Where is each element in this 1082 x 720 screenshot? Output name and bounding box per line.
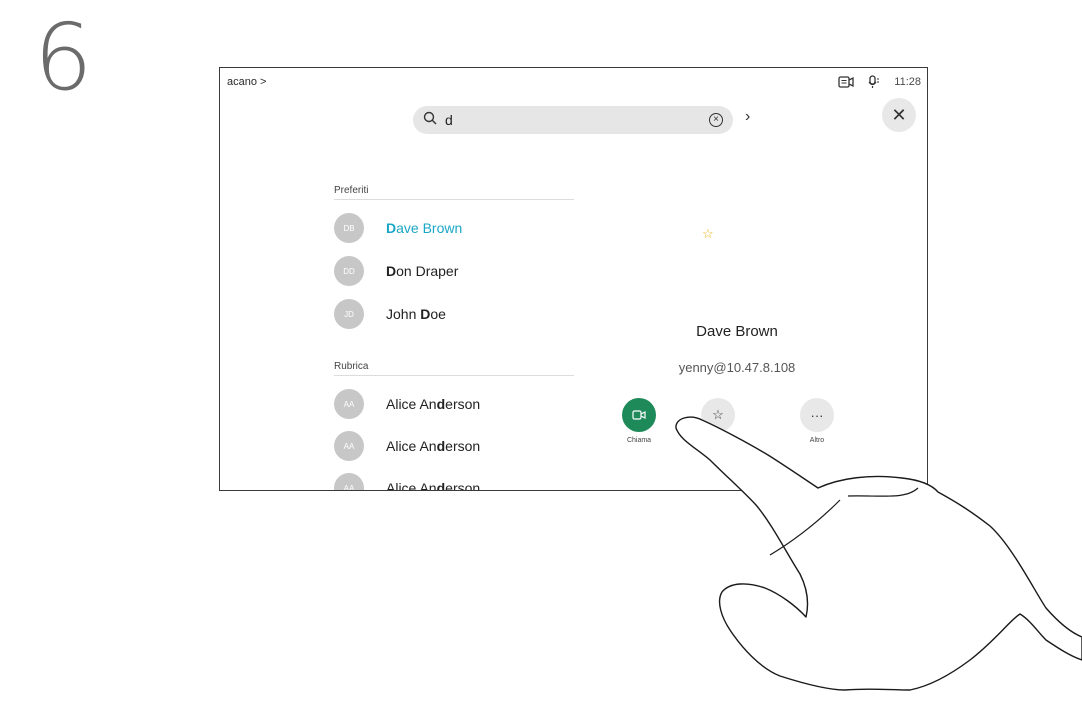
breadcrumb[interactable]: acano > <box>227 76 266 88</box>
clock: 11:28 <box>894 76 921 88</box>
search-icon <box>423 111 437 130</box>
call-label: Chiama <box>626 437 652 444</box>
contact-name: Don Draper <box>386 263 459 279</box>
avatar: DD <box>334 256 364 286</box>
list-item[interactable]: DD Don Draper <box>334 256 458 286</box>
contact-detail-address: yenny@10.47.8.108 <box>678 360 796 375</box>
avatar: DB <box>334 213 364 243</box>
camera-icon[interactable] <box>838 76 854 88</box>
contact-name: Alice Anderson <box>386 438 481 454</box>
clear-icon[interactable]: × <box>709 113 723 127</box>
video-call-icon[interactable] <box>622 398 656 432</box>
section-directory-header: Rubrica <box>334 361 574 376</box>
contact-name: John Doe <box>386 306 446 322</box>
close-icon[interactable]: ✕ <box>882 98 916 132</box>
search-field[interactable]: d × <box>413 106 733 134</box>
contact-name: Dave Brown <box>386 220 463 236</box>
avatar: AA <box>334 389 364 419</box>
mic-icon[interactable] <box>868 75 880 89</box>
call-button[interactable]: Chiama <box>609 398 669 444</box>
favorite-button[interactable]: ☆ <box>688 398 748 432</box>
avatar: AA <box>334 473 364 490</box>
list-item[interactable]: AA Alice Anderson <box>334 431 480 461</box>
avatar: JD <box>334 299 364 329</box>
more-label: Altro <box>809 437 825 444</box>
list-item[interactable]: DB Dave Brown <box>334 213 462 243</box>
status-bar: 11:28 <box>838 75 921 89</box>
more-icon[interactable]: ··· <box>800 398 834 432</box>
step-number: 6 <box>34 4 93 111</box>
contact-detail-name: Dave Brown <box>696 323 778 340</box>
contact-name: Alice Anderson <box>386 480 481 491</box>
list-item[interactable]: AA Alice Anderson <box>334 473 481 491</box>
more-button[interactable]: ··· Altro <box>787 398 847 444</box>
touch-panel: acano > 11:28 d × › ✕ Preferiti DB Dave … <box>219 67 928 491</box>
contact-name: Alice Anderson <box>386 396 481 412</box>
list-item[interactable]: AA Alice Anderson <box>334 389 480 419</box>
search-input[interactable]: d <box>445 112 709 128</box>
list-item[interactable]: JD John Doe <box>334 299 446 329</box>
chevron-right-icon[interactable]: › <box>745 108 750 126</box>
avatar: AA <box>334 431 364 461</box>
favorite-star-icon: ☆ <box>702 226 714 241</box>
star-icon[interactable]: ☆ <box>701 398 735 432</box>
section-favorites-header: Preferiti <box>334 185 574 200</box>
